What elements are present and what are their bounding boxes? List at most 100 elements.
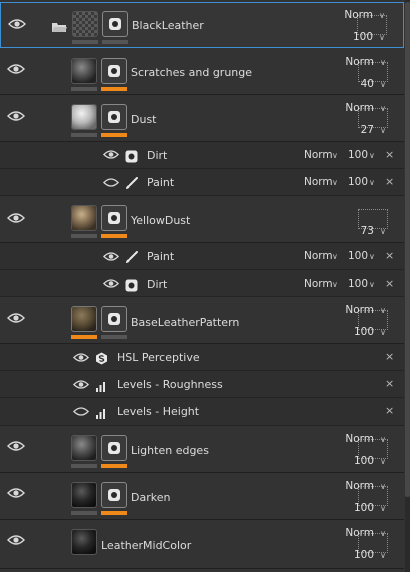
scrollbar-thumb[interactable] xyxy=(405,2,410,497)
opacity-value[interactable]: 40 xyxy=(361,78,374,90)
layer-name[interactable]: YellowDust xyxy=(131,214,190,227)
eye-icon[interactable] xyxy=(103,149,121,163)
chevron-down-icon[interactable]: ∨ xyxy=(380,435,386,444)
effect-name[interactable]: Dirt xyxy=(147,278,167,291)
chevron-down-icon[interactable]: ∨ xyxy=(369,280,375,289)
chevron-down-icon[interactable]: ∨ xyxy=(380,529,386,538)
effect-row-paint[interactable]: Paint Norm ∨ 100 ∨ × xyxy=(0,243,404,270)
chevron-down-icon[interactable]: ∨ xyxy=(380,457,386,466)
opacity-value[interactable]: 100 xyxy=(354,326,374,338)
scrollbar[interactable] xyxy=(405,0,410,572)
chevron-down-icon[interactable]: ∨ xyxy=(380,482,386,491)
chevron-down-icon[interactable]: ∨ xyxy=(380,328,386,337)
layer-row-yellowdust[interactable]: YellowDust 73 ∨ xyxy=(0,197,404,243)
layer-row-scratches[interactable]: Scratches and grunge Norm ∨ 40 ∨ xyxy=(0,50,404,95)
layer-name[interactable]: Darken xyxy=(131,491,170,504)
layer-row-baseleatherpattern[interactable]: BaseLeatherPattern Norm ∨ 100 ∨ xyxy=(0,298,404,344)
filter-name[interactable]: HSL Perceptive xyxy=(117,351,200,364)
mask-thumbnail[interactable] xyxy=(101,482,127,508)
opacity-value[interactable]: 100 xyxy=(353,31,373,43)
close-icon[interactable]: × xyxy=(385,175,394,188)
blend-mode[interactable]: Norm xyxy=(304,149,333,161)
layer-name[interactable]: BlackLeather xyxy=(132,19,204,32)
effect-name[interactable]: Paint xyxy=(147,250,174,263)
effect-row-dirt[interactable]: Dirt Norm ∨ 100 ∨ × xyxy=(0,270,404,297)
effect-name[interactable]: Dirt xyxy=(147,149,167,162)
layer-row-leathermidcolor[interactable]: LeatherMidColor Norm ∨ 100 ∨ xyxy=(0,521,404,569)
eye-icon[interactable] xyxy=(73,379,91,393)
layer-row-darken[interactable]: Darken Norm ∨ 100 ∨ xyxy=(0,474,404,520)
eye-icon[interactable] xyxy=(7,487,25,501)
material-thumbnail[interactable] xyxy=(71,58,97,84)
chevron-down-icon[interactable]: ∨ xyxy=(369,151,375,160)
chevron-down-icon[interactable]: ∨ xyxy=(380,306,386,315)
blend-mode[interactable]: Norm xyxy=(345,56,374,68)
opacity-value[interactable]: 100 xyxy=(348,278,368,290)
material-thumbnail[interactable] xyxy=(72,11,98,37)
chevron-down-icon[interactable]: ∨ xyxy=(380,504,386,513)
close-icon[interactable]: × xyxy=(385,350,394,363)
chevron-down-icon[interactable]: ∨ xyxy=(380,227,386,236)
layer-name[interactable]: Lighten edges xyxy=(131,444,209,457)
blend-mode[interactable]: Norm xyxy=(345,480,374,492)
blend-mode[interactable]: Norm xyxy=(304,278,333,290)
material-thumbnail[interactable] xyxy=(71,104,97,130)
chevron-down-icon[interactable]: ∨ xyxy=(379,11,385,20)
layer-row-blackleather[interactable]: BlackLeather Norm ∨ 100 ∨ xyxy=(0,2,404,48)
close-icon[interactable]: × xyxy=(385,404,394,417)
eye-icon[interactable] xyxy=(7,440,25,454)
layer-name[interactable]: LeatherMidColor xyxy=(101,539,191,552)
chevron-down-icon[interactable]: ∨ xyxy=(332,178,338,187)
mask-thumbnail[interactable] xyxy=(101,104,127,130)
eye-icon[interactable] xyxy=(7,534,25,548)
chevron-down-icon[interactable]: ∨ xyxy=(369,178,375,187)
eye-icon[interactable] xyxy=(7,212,25,226)
eye-icon[interactable] xyxy=(7,312,25,326)
effect-row-dirt[interactable]: Dirt Norm ∨ 100 ∨ × xyxy=(0,142,404,169)
opacity-value[interactable]: 100 xyxy=(354,549,374,561)
close-icon[interactable]: × xyxy=(385,148,394,161)
material-thumbnail[interactable] xyxy=(71,529,97,555)
eye-icon[interactable] xyxy=(7,110,25,124)
chevron-down-icon[interactable]: ∨ xyxy=(332,151,338,160)
close-icon[interactable]: × xyxy=(385,249,394,262)
mask-thumbnail[interactable] xyxy=(101,435,127,461)
mask-thumbnail[interactable] xyxy=(101,306,127,332)
material-thumbnail[interactable] xyxy=(71,482,97,508)
close-icon[interactable]: × xyxy=(385,377,394,390)
blend-mode[interactable]: Norm xyxy=(304,250,333,262)
chevron-down-icon[interactable]: ∨ xyxy=(380,104,386,113)
eye-icon[interactable] xyxy=(8,18,26,32)
layer-name[interactable]: Scratches and grunge xyxy=(131,66,252,79)
opacity-value[interactable]: 100 xyxy=(354,455,374,467)
opacity-value[interactable]: 100 xyxy=(348,250,368,262)
opacity-value[interactable]: 27 xyxy=(361,124,374,136)
blend-mode[interactable]: Norm xyxy=(344,9,373,21)
blend-mode[interactable]: Norm xyxy=(345,433,374,445)
close-icon[interactable]: × xyxy=(385,277,394,290)
opacity-value[interactable]: 100 xyxy=(348,149,368,161)
filter-row-hsl[interactable]: HSL Perceptive × xyxy=(0,344,404,371)
blend-mode[interactable]: Norm xyxy=(304,176,333,188)
chevron-down-icon[interactable]: ∨ xyxy=(379,33,385,42)
mask-thumbnail[interactable] xyxy=(102,11,128,37)
filter-name[interactable]: Levels - Height xyxy=(117,405,199,418)
material-thumbnail[interactable] xyxy=(71,205,97,231)
opacity-value[interactable]: 100 xyxy=(348,176,368,188)
layer-name[interactable]: Dust xyxy=(131,113,157,126)
mask-thumbnail[interactable] xyxy=(101,58,127,84)
opacity-value[interactable]: 100 xyxy=(354,502,374,514)
blend-mode[interactable]: Norm xyxy=(345,527,374,539)
layer-row-lighten-edges[interactable]: Lighten edges Norm ∨ 100 ∨ xyxy=(0,427,404,473)
chevron-down-icon[interactable]: ∨ xyxy=(380,126,386,135)
eye-closed-icon[interactable] xyxy=(103,177,121,191)
effect-name[interactable]: Paint xyxy=(147,176,174,189)
layer-row-dust[interactable]: Dust Norm ∨ 27 ∨ xyxy=(0,96,404,142)
blend-mode[interactable]: Norm xyxy=(345,102,374,114)
eye-icon[interactable] xyxy=(7,63,25,77)
chevron-down-icon[interactable]: ∨ xyxy=(332,280,338,289)
chevron-down-icon[interactable]: ∨ xyxy=(369,252,375,261)
chevron-down-icon[interactable]: ∨ xyxy=(332,252,338,261)
layer-name[interactable]: BaseLeatherPattern xyxy=(131,316,239,329)
chevron-down-icon[interactable]: ∨ xyxy=(380,80,386,89)
